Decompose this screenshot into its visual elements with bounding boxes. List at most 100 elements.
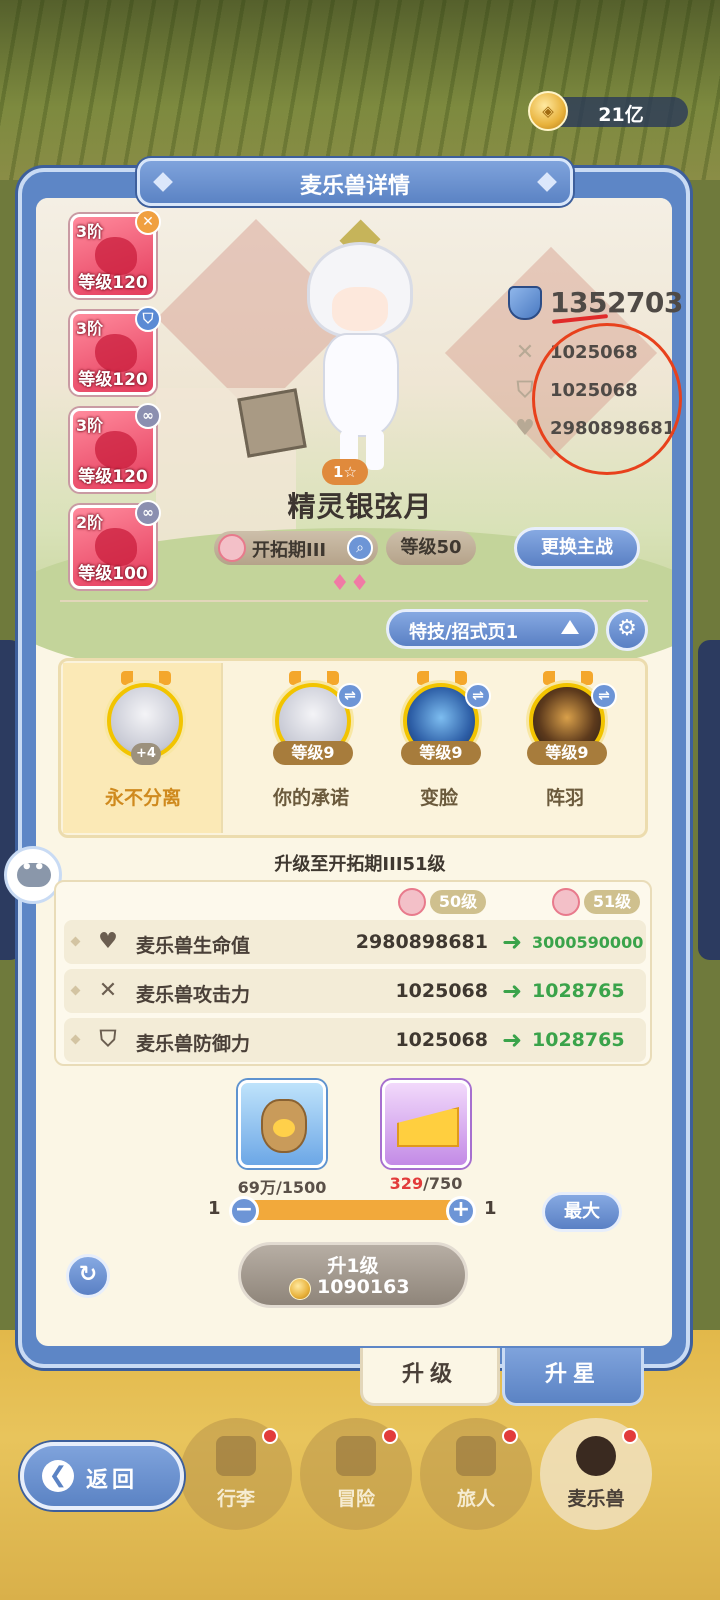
food-bag-count: 69万/1500 <box>222 1174 342 1198</box>
red-dot-badge <box>622 1428 638 1444</box>
skill-slot-2[interactable]: ⇌ 等级9 你的承诺 <box>251 663 371 833</box>
power-shield-icon <box>508 286 542 320</box>
from-level-head: 50级 <box>398 888 488 916</box>
crossed-swords-icon: ✕ <box>515 340 535 365</box>
heart-icon: ♥ <box>98 929 118 954</box>
hearts-icon: ♦♦ <box>330 571 370 596</box>
refresh-icon[interactable]: ↻ <box>66 1254 110 1298</box>
minus-button[interactable]: − <box>229 1196 259 1226</box>
nav-label: 麦乐兽 <box>567 1488 625 1510</box>
skill-name: 你的承诺 <box>272 787 349 809</box>
nav-item-adventure[interactable]: 冒险 <box>300 1418 412 1530</box>
nav-item-luggage[interactable]: 行李 <box>180 1418 292 1530</box>
combat-power: 1352703 <box>508 284 683 324</box>
tab-upgrade[interactable]: 升级 <box>360 1348 500 1406</box>
skill-level: 等级9 <box>527 741 607 765</box>
chest-icon <box>216 1436 256 1476</box>
item-need: /1500 <box>275 1178 327 1197</box>
skill-main[interactable]: +4 永不分离 <box>63 663 223 833</box>
cheese-count: 329/750 <box>366 1174 486 1193</box>
currency-display[interactable]: ◈ 21亿 <box>528 91 688 131</box>
skill-name: 永不分离 <box>104 787 181 809</box>
food-bag-item[interactable] <box>238 1080 326 1168</box>
nav-item-traveler[interactable]: 旅人 <box>420 1418 532 1530</box>
red-dot-badge <box>502 1428 518 1444</box>
character-level: 等级50 <box>386 531 476 565</box>
link-icon: ∞ <box>135 403 161 429</box>
arrow-right-icon: ➜ <box>502 977 523 1005</box>
period-label: 开拓期III <box>252 540 327 561</box>
currency-amount: 21亿 <box>598 104 644 126</box>
skill-bonus-tag: +4 <box>131 743 161 765</box>
skill-slot-main: +4 永不分离 <box>83 663 203 833</box>
swap-icon[interactable]: ⇌ <box>591 683 617 709</box>
cheese-icon <box>397 1107 459 1147</box>
nav-item-pets[interactable]: 麦乐兽 <box>540 1418 652 1530</box>
gold-coin-icon <box>289 1278 311 1300</box>
background-edge-right <box>698 640 720 960</box>
character-model[interactable] <box>237 219 450 475</box>
row-current: 2980898681 <box>355 931 488 953</box>
upgrade-title: 升级至开拓期III51级 <box>274 854 446 875</box>
paw-icon <box>273 1119 295 1137</box>
max-button[interactable]: 最大 <box>542 1192 622 1232</box>
cheese-item[interactable] <box>382 1080 470 1168</box>
skill-name: 阵羽 <box>545 787 584 809</box>
skills-page-label: 特技/招式页1 <box>409 622 519 643</box>
level-up-button[interactable]: 升1级 1090163 <box>238 1242 468 1308</box>
skills-page-dropdown[interactable]: 特技/招式页1 <box>386 609 598 649</box>
side-card-3[interactable]: 3阶 等级120 ∞ <box>70 403 161 492</box>
swap-icon[interactable]: ⇌ <box>465 683 491 709</box>
nav-label: 冒险 <box>336 1488 375 1510</box>
gear-icon[interactable]: ⚙ <box>606 609 648 651</box>
red-dot-badge <box>262 1428 278 1444</box>
side-card-2[interactable]: 3阶 等级120 ⛉ <box>70 306 161 395</box>
side-card-level: 等级100 <box>78 564 148 584</box>
arrow-right-icon: ➜ <box>502 928 523 956</box>
plus-button[interactable]: + <box>446 1196 476 1226</box>
row-next: 3000590000 <box>532 933 644 952</box>
skill-slot-3[interactable]: ⇌ 等级9 变脸 <box>379 663 499 833</box>
item-have: 69万 <box>237 1178 276 1197</box>
row-next: 1028765 <box>532 980 625 1002</box>
cat-icon <box>576 1436 616 1476</box>
quantity-slider[interactable] <box>238 1200 466 1220</box>
side-card-tier: 3阶 <box>76 222 104 241</box>
from-level: 50级 <box>430 890 486 914</box>
side-card-level: 等级120 <box>78 370 148 390</box>
diamond-bullet-icon <box>70 985 81 996</box>
level-up-label: 升1级 <box>327 1255 379 1277</box>
triangle-up-icon <box>561 620 579 634</box>
back-arrow-icon: ❮ <box>42 1460 74 1492</box>
row-label: 麦乐兽攻击力 <box>136 984 251 1006</box>
skill-level: 等级9 <box>273 741 353 765</box>
upgrade-row-attack: ✕ 麦乐兽攻击力 1025068 ➜ 1028765 <box>64 969 646 1013</box>
link-icon: ∞ <box>135 500 161 526</box>
back-label: 返回 <box>86 1468 139 1493</box>
row-current: 1025068 <box>395 980 488 1002</box>
back-button[interactable]: ❮ 返回 <box>20 1442 184 1510</box>
side-card-tier: 3阶 <box>76 319 104 338</box>
power-value: 1352703 <box>550 286 683 319</box>
skill-slot-4[interactable]: ⇌ 等级9 阵羽 <box>505 663 625 833</box>
star-badge: 1☆ <box>322 459 368 485</box>
row-label: 麦乐兽生命值 <box>136 935 251 957</box>
magnifier-icon[interactable]: ⌕ <box>347 535 373 561</box>
period-icon <box>552 888 580 916</box>
side-card-level: 等级120 <box>78 467 148 487</box>
swap-icon[interactable]: ⇌ <box>337 683 363 709</box>
diamond-bullet-icon <box>70 1034 81 1045</box>
nav-label: 旅人 <box>456 1488 495 1510</box>
row-next: 1028765 <box>532 1029 625 1051</box>
diamond-bullet-icon <box>70 936 81 947</box>
arrow-right-icon: ➜ <box>502 1026 523 1054</box>
swap-main-button[interactable]: 更换主战 <box>514 527 640 569</box>
tab-star-up[interactable]: 升星 <box>502 1348 644 1406</box>
side-card-level: 等级120 <box>78 273 148 293</box>
red-circle-mark <box>532 323 682 475</box>
side-card-4[interactable]: 2阶 等级100 ∞ <box>70 500 161 589</box>
upgrade-row-hp: ♥ 麦乐兽生命值 2980898681 ➜ 3000590000 <box>64 920 646 964</box>
skills-panel: +4 永不分离 ⇌ 等级9 你的承诺 ⇌ 等级9 变脸 ⇌ 等级9 阵羽 <box>58 658 648 838</box>
side-card-1[interactable]: 3阶 等级120 ✕ <box>70 209 161 298</box>
crossed-swords-icon: ✕ <box>98 978 118 1003</box>
